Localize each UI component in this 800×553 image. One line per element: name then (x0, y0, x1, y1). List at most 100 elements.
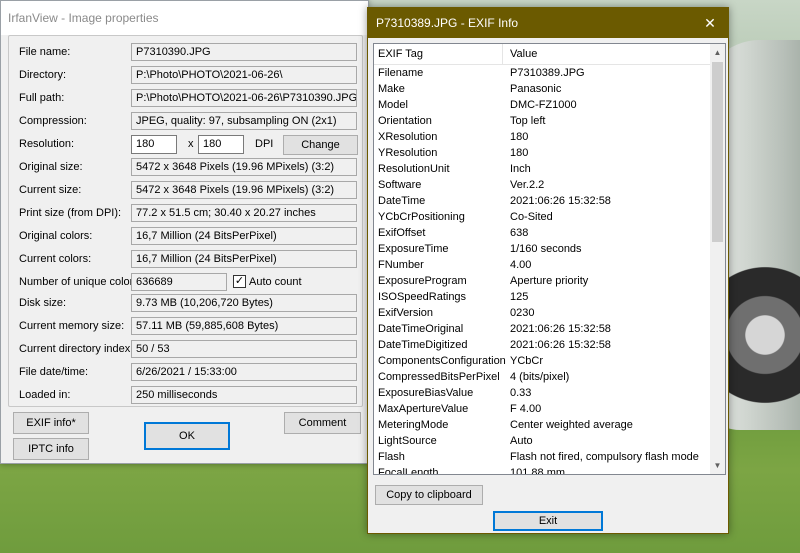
exif-tag-cell: ComponentsConfiguration (378, 355, 506, 367)
exif-row[interactable]: ExposureProgram Aperture priority (374, 274, 711, 290)
memory-size-field[interactable]: 57.11 MB (59,885,608 Bytes) (131, 317, 357, 335)
exif-row[interactable]: XResolution 180 (374, 130, 711, 146)
change-button[interactable]: Change (283, 135, 358, 155)
iptc-info-button[interactable]: IPTC info (13, 438, 89, 460)
resolution-x-input[interactable]: 180 (131, 135, 177, 154)
exif-value-cell: 125 (510, 291, 529, 303)
car-wheel (720, 250, 800, 420)
loaded-in-field[interactable]: 250 milliseconds (131, 386, 357, 404)
column-header-value[interactable]: Value (510, 48, 537, 60)
current-size-field[interactable]: 5472 x 3648 Pixels (19.96 MPixels) (3:2) (131, 181, 357, 199)
exif-row[interactable]: DateTime 2021:06:26 15:32:58 (374, 194, 711, 210)
full-path-field[interactable]: P:\Photo\PHOTO\2021-06-26\P7310390.JPG (131, 89, 357, 107)
exif-row[interactable]: ISOSpeedRatings 125 (374, 290, 711, 306)
exif-titlebar[interactable]: P7310389.JPG - EXIF Info ✕ (368, 8, 728, 38)
exif-tag-cell: Filename (378, 67, 424, 79)
field-label: Current directory index: (19, 343, 134, 355)
exif-tag-cell: Model (378, 99, 408, 111)
field-label: Directory: (19, 69, 67, 81)
file-name-field[interactable]: P7310390.JPG (131, 43, 357, 61)
exif-row[interactable]: Filename P7310389.JPG (374, 66, 711, 82)
field-label: Current colors: (19, 253, 92, 265)
window-title: IrfanView - Image properties (8, 11, 159, 25)
exif-value-cell: 180 (510, 147, 529, 159)
scroll-up-icon[interactable]: ▲ (710, 44, 725, 61)
field-label: Print size (from DPI): (19, 207, 122, 219)
resolution-separator: x (188, 138, 194, 150)
disk-size-field[interactable]: 9.73 MB (10,206,720 Bytes) (131, 294, 357, 312)
exif-value-cell: Inch (510, 163, 531, 175)
resolution-y-input[interactable]: 180 (198, 135, 244, 154)
exif-row[interactable]: YCbCrPositioning Co-Sited (374, 210, 711, 226)
exif-row[interactable]: DateTimeOriginal 2021:06:26 15:32:58 (374, 322, 711, 338)
exif-tag-cell: YResolution (378, 147, 438, 159)
auto-count-checkbox[interactable]: ✓ (233, 275, 246, 288)
field-label: Original colors: (19, 230, 93, 242)
exif-tag-cell: ISOSpeedRatings (378, 291, 467, 303)
exif-info-button[interactable]: EXIF info* (13, 412, 89, 434)
exif-row[interactable]: MaxApertureValue F 4.00 (374, 402, 711, 418)
exif-tag-cell: ExifOffset (378, 227, 426, 239)
field-label: Compression: (19, 115, 87, 127)
close-icon[interactable]: ✕ (692, 8, 728, 38)
exit-button[interactable]: Exit (493, 511, 603, 531)
field-label: Number of unique colors: (19, 276, 142, 288)
exif-row[interactable]: Software Ver.2.2 (374, 178, 711, 194)
scroll-down-icon[interactable]: ▼ (710, 457, 725, 474)
exif-tag-cell: DateTime (378, 195, 426, 207)
exif-value-cell: F 4.00 (510, 403, 542, 415)
scroll-thumb[interactable] (712, 62, 723, 242)
auto-count-label: Auto count (249, 276, 302, 288)
exif-tag-cell: ResolutionUnit (378, 163, 450, 175)
copy-to-clipboard-button[interactable]: Copy to clipboard (375, 485, 483, 505)
exif-value-cell: 180 (510, 131, 529, 143)
unique-colors-field[interactable]: 636689 (131, 273, 227, 291)
original-colors-field[interactable]: 16,7 Million (24 BitsPerPixel) (131, 227, 357, 245)
comment-button[interactable]: Comment (284, 412, 361, 434)
directory-field[interactable]: P:\Photo\PHOTO\2021-06-26\ (131, 66, 357, 84)
exif-list-header: EXIF Tag Value (374, 44, 711, 65)
exif-row[interactable]: DateTimeDigitized 2021:06:26 15:32:58 (374, 338, 711, 354)
column-divider[interactable] (502, 44, 503, 64)
exif-value-cell: 4 (bits/pixel) (510, 371, 570, 383)
exif-row[interactable]: ComponentsConfiguration YCbCr (374, 354, 711, 370)
ok-button[interactable]: OK (144, 422, 230, 450)
exif-row[interactable]: Orientation Top left (374, 114, 711, 130)
exif-row[interactable]: Flash Flash not fired, compulsory flash m… (374, 450, 711, 466)
exif-row[interactable]: Model DMC-FZ1000 (374, 98, 711, 114)
field-label: File date/time: (19, 366, 89, 378)
compression-field[interactable]: JPEG, quality: 97, subsampling ON (2x1) (131, 112, 357, 130)
exif-value-cell: Co-Sited (510, 211, 553, 223)
exif-value-cell: 101.88 mm (510, 467, 566, 475)
original-size-field[interactable]: 5472 x 3648 Pixels (19.96 MPixels) (3:2) (131, 158, 357, 176)
exif-row[interactable]: CompressedBitsPerPixel 4 (bits/pixel) (374, 370, 711, 386)
exif-row[interactable]: ExifOffset 638 (374, 226, 711, 242)
print-size-field[interactable]: 77.2 x 51.5 cm; 30.40 x 20.27 inches (131, 204, 357, 222)
field-label: Current size: (19, 184, 82, 196)
exif-row[interactable]: MeteringMode Center weighted average (374, 418, 711, 434)
dpi-label: DPI (255, 138, 274, 150)
column-header-tag[interactable]: EXIF Tag (378, 48, 423, 60)
exif-tag-cell: LightSource (378, 435, 437, 447)
exif-row[interactable]: FocalLength 101.88 mm (374, 466, 711, 475)
exif-list[interactable]: EXIF Tag Value Filename P7310389.JPG Make P… (373, 43, 726, 475)
exif-row[interactable]: FNumber 4.00 (374, 258, 711, 274)
file-datetime-field[interactable]: 6/26/2021 / 15:33:00 (131, 363, 357, 381)
exif-row[interactable]: ExifVersion 0230 (374, 306, 711, 322)
exif-tag-cell: DateTimeOriginal (378, 323, 464, 335)
image-properties-titlebar[interactable]: IrfanView - Image properties (1, 1, 368, 35)
exif-row[interactable]: Make Panasonic (374, 82, 711, 98)
vertical-scrollbar[interactable]: ▲ ▼ (710, 44, 725, 474)
exif-row[interactable]: ExposureBiasValue 0.33 (374, 386, 711, 402)
exif-row[interactable]: ExposureTime 1/160 seconds (374, 242, 711, 258)
exif-value-cell: 2021:06:26 15:32:58 (510, 195, 611, 207)
exif-row[interactable]: LightSource Auto (374, 434, 711, 450)
exif-value-cell: 638 (510, 227, 529, 239)
directory-index-field[interactable]: 50 / 53 (131, 340, 357, 358)
exif-row[interactable]: YResolution 180 (374, 146, 711, 162)
exif-row[interactable]: ResolutionUnit Inch (374, 162, 711, 178)
exif-tag-cell: ExposureBiasValue (378, 387, 474, 399)
current-colors-field[interactable]: 16,7 Million (24 BitsPerPixel) (131, 250, 357, 268)
exif-tag-cell: FNumber (378, 259, 424, 271)
exif-value-cell: Auto (510, 435, 533, 447)
